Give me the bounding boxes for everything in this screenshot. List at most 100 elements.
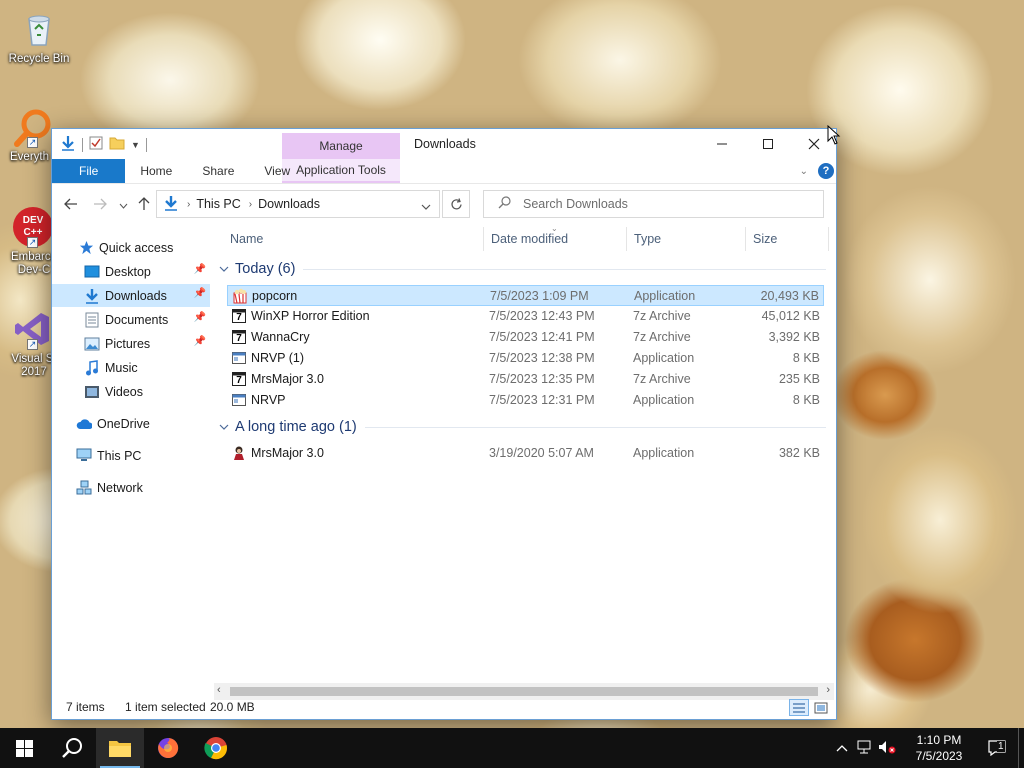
search-box[interactable] xyxy=(483,190,824,218)
show-desktop-button[interactable] xyxy=(1018,728,1024,768)
downloads-icon xyxy=(84,288,100,304)
collapse-chevron-icon xyxy=(219,266,229,272)
customize-dropdown-icon[interactable]: ▼ xyxy=(131,140,140,150)
sidebar-item-label: Videos xyxy=(105,384,143,399)
tab-view[interactable]: View xyxy=(249,159,305,183)
details-view-icon xyxy=(793,702,805,713)
sidebar-item-quick-access[interactable]: Quick access xyxy=(52,236,210,259)
details-view-button[interactable] xyxy=(789,699,809,716)
sidebar-item-label: Downloads xyxy=(105,288,167,303)
file-name: NRVP (1) xyxy=(251,351,305,365)
group-header-today[interactable]: Today (6) xyxy=(219,257,832,281)
taskbar-chrome[interactable] xyxy=(192,728,240,768)
sort-indicator-icon: ⌄ xyxy=(551,224,558,233)
refresh-button[interactable] xyxy=(442,190,470,218)
scrollbar-thumb[interactable] xyxy=(230,687,818,696)
expand-ribbon-icon[interactable]: ⌄ xyxy=(800,166,808,177)
selection-count: 1 item selected xyxy=(125,700,206,714)
tab-file[interactable]: File xyxy=(52,159,126,183)
close-icon xyxy=(808,138,820,150)
maximize-button[interactable] xyxy=(745,129,791,159)
back-button[interactable] xyxy=(64,197,78,214)
search-icon xyxy=(62,738,82,758)
large-icons-view-button[interactable] xyxy=(811,699,831,716)
file-type: 7z Archive xyxy=(633,330,691,344)
sidebar-item-music[interactable]: Music xyxy=(52,356,210,379)
file-row[interactable]: MrsMajor 3.0 3/19/2020 5:07 AM Applicati… xyxy=(227,443,824,464)
new-folder-icon[interactable] xyxy=(109,136,125,153)
refresh-icon xyxy=(450,197,462,209)
search-button[interactable] xyxy=(48,728,96,768)
chrome-icon xyxy=(204,737,227,760)
forward-button[interactable] xyxy=(93,197,107,214)
sidebar-item-videos[interactable]: Videos xyxy=(52,380,210,403)
star-icon xyxy=(78,240,94,256)
breadcrumb-this-pc[interactable]: This PC xyxy=(196,197,240,211)
sidebar-item-desktop[interactable]: Desktop 📌 xyxy=(52,260,210,283)
file-row[interactable]: popcorn 7/5/2023 1:09 PM Application 20,… xyxy=(227,285,824,306)
minimize-icon xyxy=(717,143,727,145)
sidebar-item-label: This PC xyxy=(97,448,142,463)
taskbar-firefox[interactable] xyxy=(144,728,192,768)
file-row[interactable]: 7 WinXP Horror Edition 7/5/2023 12:43 PM… xyxy=(227,306,824,327)
sidebar-item-this-pc[interactable]: This PC xyxy=(52,444,210,467)
start-button[interactable] xyxy=(0,728,48,768)
sidebar-item-network[interactable]: Network xyxy=(52,476,210,499)
devcpp-icon: DEV C++ ↗ xyxy=(11,206,55,248)
column-header-size[interactable]: Size xyxy=(748,223,828,255)
visual-studio-icon: ↗ xyxy=(11,308,55,350)
clock-date: 7/5/2023 xyxy=(915,749,963,763)
file-date: 7/5/2023 1:09 PM xyxy=(490,289,589,303)
sidebar-item-label: Pictures xyxy=(105,336,151,351)
desktop-icon-recycle-bin[interactable]: Recycle Bin xyxy=(2,8,76,66)
file-row[interactable]: 7 MrsMajor 3.0 7/5/2023 12:35 PM 7z Arch… xyxy=(227,369,824,390)
breadcrumb-separator-icon: › xyxy=(187,198,191,210)
navigation-pane: Quick access Desktop 📌 Downloads 📌 Docum… xyxy=(52,223,212,683)
scroll-left-icon[interactable]: ‹ xyxy=(217,684,221,696)
sidebar-item-onedrive[interactable]: OneDrive xyxy=(52,412,210,435)
sidebar-item-label: Network xyxy=(97,480,143,495)
network-status-icon[interactable] xyxy=(856,740,872,757)
address-dropdown-icon[interactable] xyxy=(421,200,431,214)
column-header-type[interactable]: Type xyxy=(629,223,744,255)
file-type: Application xyxy=(633,393,695,407)
show-hidden-icons-icon[interactable] xyxy=(836,741,848,755)
cloud-icon xyxy=(76,416,92,432)
application-icon xyxy=(232,394,246,406)
file-row[interactable]: NRVP 7/5/2023 12:31 PM Application 8 KB xyxy=(227,390,824,411)
help-icon[interactable]: ? xyxy=(818,163,834,179)
file-list: Name Date modified ⌄ Type Size Today (6)… xyxy=(219,223,834,683)
sidebar-item-documents[interactable]: Documents 📌 xyxy=(52,308,210,331)
address-bar[interactable]: › This PC › Downloads xyxy=(156,190,440,218)
up-button[interactable] xyxy=(138,197,150,215)
column-header-name[interactable]: Name xyxy=(225,223,482,255)
file-row[interactable]: 7 WannaCry 7/5/2023 12:41 PM 7z Archive … xyxy=(227,327,824,348)
scroll-right-icon[interactable]: › xyxy=(826,684,830,696)
file-size: 235 KB xyxy=(778,372,820,386)
sidebar-item-pictures[interactable]: Pictures 📌 xyxy=(52,332,210,355)
minimize-button[interactable] xyxy=(699,129,745,159)
file-row[interactable]: NRVP (1) 7/5/2023 12:38 PM Application 8… xyxy=(227,348,824,369)
magnifier-icon: ↗ xyxy=(11,106,55,148)
clock[interactable]: 1:10 PM 7/5/2023 xyxy=(902,732,976,764)
tab-home[interactable]: Home xyxy=(125,159,187,183)
recent-locations-button[interactable] xyxy=(119,196,128,213)
file-date: 7/5/2023 12:35 PM xyxy=(489,372,595,386)
notifications-button[interactable]: 1 xyxy=(976,728,1018,768)
search-input[interactable] xyxy=(523,197,803,211)
system-tray: 1:10 PM 7/5/2023 1 xyxy=(836,728,1024,768)
tab-manage[interactable]: Manage xyxy=(282,133,400,159)
taskbar-file-explorer[interactable] xyxy=(96,728,144,768)
videos-icon xyxy=(84,384,100,400)
large-icons-view-icon xyxy=(814,702,828,713)
shortcut-arrow-icon: ↗ xyxy=(27,237,38,248)
forward-arrow-icon xyxy=(94,198,107,210)
file-date: 7/5/2023 12:38 PM xyxy=(489,351,595,365)
group-header-long-ago[interactable]: A long time ago (1) xyxy=(219,415,832,439)
properties-icon[interactable] xyxy=(89,136,103,153)
selection-size: 20.0 MB xyxy=(210,700,255,714)
sidebar-item-downloads[interactable]: Downloads 📌 xyxy=(52,284,210,307)
breadcrumb-downloads[interactable]: Downloads xyxy=(258,197,320,211)
volume-muted-icon[interactable] xyxy=(878,740,896,757)
tab-share[interactable]: Share xyxy=(187,159,249,183)
